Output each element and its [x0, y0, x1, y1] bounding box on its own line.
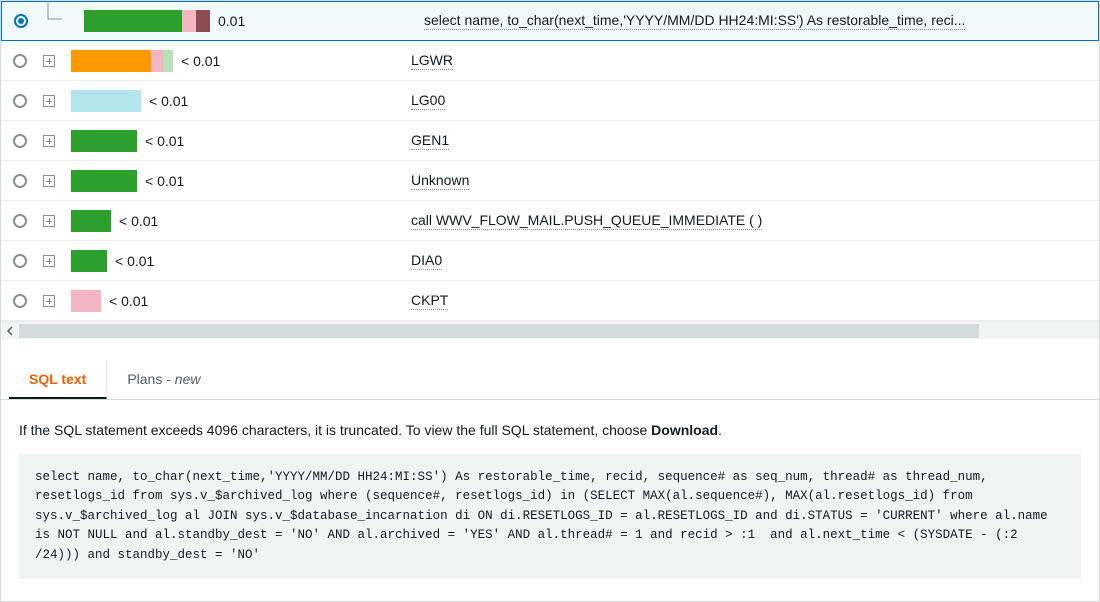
main-container: 0.01 select name, to_char(next_time,'YYYY… [0, 0, 1100, 602]
load-bar [71, 90, 141, 112]
detail-panel: If the SQL statement exceeds 4096 charac… [1, 400, 1099, 601]
table-row[interactable]: < 0.01 Unknown [1, 161, 1099, 201]
load-bar [71, 210, 111, 232]
description-cell: DIA0 [411, 252, 1087, 270]
description-cell: call WWV_FLOW_MAIL.PUSH_QUEUE_IMMEDIATE … [411, 212, 1087, 230]
description-cell: Unknown [411, 172, 1087, 190]
bar-segment [71, 50, 151, 72]
load-value: < 0.01 [149, 93, 188, 109]
expand-icon[interactable] [41, 173, 57, 189]
description-cell: GEN1 [411, 132, 1087, 150]
load-bar-cell: < 0.01 [71, 210, 411, 232]
table-row[interactable]: < 0.01 CKPT [1, 281, 1099, 321]
bar-segment [151, 50, 163, 72]
bar-segment [71, 210, 111, 232]
load-bar [71, 290, 101, 312]
description-text[interactable]: LGWR [411, 52, 453, 70]
description-cell: LGWR [411, 52, 1087, 70]
table-row[interactable]: < 0.01 DIA0 [1, 241, 1099, 281]
load-value: < 0.01 [115, 253, 154, 269]
bar-segment [71, 290, 101, 312]
description-text[interactable]: call WWV_FLOW_MAIL.PUSH_QUEUE_IMMEDIATE … [411, 212, 762, 230]
load-bar [71, 250, 107, 272]
notice-text: If the SQL statement exceeds 4096 charac… [19, 422, 651, 438]
load-bar [84, 10, 210, 32]
expand-icon[interactable] [41, 93, 57, 109]
description-text[interactable]: CKPT [411, 292, 448, 310]
expand-icon[interactable] [41, 293, 57, 309]
load-bar-cell: < 0.01 [71, 130, 411, 152]
expand-icon[interactable] [41, 53, 57, 69]
expand-icon[interactable] [41, 133, 57, 149]
bar-segment [71, 90, 141, 112]
load-value: < 0.01 [145, 133, 184, 149]
load-bar-cell: < 0.01 [71, 50, 411, 72]
load-bar-cell: < 0.01 [71, 250, 411, 272]
load-value: < 0.01 [181, 53, 220, 69]
expand-icon[interactable] [41, 253, 57, 269]
row-radio[interactable] [13, 134, 27, 148]
tab-sql-text[interactable]: SQL text [9, 361, 107, 399]
download-link[interactable]: Download [651, 422, 718, 438]
load-bar-cell: < 0.01 [71, 170, 411, 192]
bar-segment [163, 50, 173, 72]
scroll-track[interactable] [19, 324, 979, 338]
table-row[interactable]: < 0.01 LGWR [1, 41, 1099, 81]
description-text[interactable]: LG00 [411, 92, 445, 110]
load-bar-cell: 0.01 [84, 10, 424, 32]
sql-text-block: select name, to_char(next_time,'YYYY/MM/… [19, 454, 1081, 579]
tree-branch-icon [42, 13, 70, 29]
row-radio[interactable] [13, 294, 27, 308]
bar-segment [71, 250, 107, 272]
table-row[interactable]: < 0.01 GEN1 [1, 121, 1099, 161]
truncation-notice: If the SQL statement exceeds 4096 charac… [19, 422, 1081, 438]
bar-segment [196, 10, 210, 32]
scroll-left-button[interactable] [1, 322, 19, 340]
tab-plans-new-label: new [175, 371, 201, 387]
description-text[interactable]: select name, to_char(next_time,'YYYY/MM/… [424, 12, 965, 30]
load-value: < 0.01 [119, 213, 158, 229]
bar-segment [84, 10, 182, 32]
load-bar [71, 130, 137, 152]
description-cell: select name, to_char(next_time,'YYYY/MM/… [424, 12, 1086, 30]
horizontal-scrollbar[interactable] [1, 321, 1099, 339]
sql-rows-list: 0.01 select name, to_char(next_time,'YYYY… [1, 1, 1099, 321]
description-cell: LG00 [411, 92, 1087, 110]
row-radio[interactable] [13, 54, 27, 68]
load-bar-cell: < 0.01 [71, 290, 411, 312]
table-row[interactable]: < 0.01 LG00 [1, 81, 1099, 121]
bar-segment [182, 10, 196, 32]
bar-segment [71, 170, 137, 192]
expand-icon[interactable] [41, 213, 57, 229]
description-text[interactable]: DIA0 [411, 252, 442, 270]
load-value: < 0.01 [109, 293, 148, 309]
load-bar-cell: < 0.01 [71, 90, 411, 112]
bar-segment [71, 130, 137, 152]
detail-tabs: SQL text Plans - new [1, 361, 1099, 400]
load-bar [71, 50, 173, 72]
notice-suffix: . [718, 422, 722, 438]
table-row[interactable]: 0.01 select name, to_char(next_time,'YYYY… [1, 1, 1099, 41]
load-value: < 0.01 [145, 173, 184, 189]
row-radio[interactable] [13, 174, 27, 188]
load-value: 0.01 [218, 13, 245, 29]
row-radio[interactable] [13, 254, 27, 268]
row-radio[interactable] [13, 214, 27, 228]
table-row[interactable]: < 0.01 call WWV_FLOW_MAIL.PUSH_QUEUE_IMME… [1, 201, 1099, 241]
description-text[interactable]: GEN1 [411, 132, 449, 150]
row-radio[interactable] [13, 94, 27, 108]
load-bar [71, 170, 137, 192]
description-cell: CKPT [411, 292, 1087, 310]
row-radio[interactable] [14, 14, 28, 28]
tab-plans-label: Plans - [127, 371, 174, 387]
description-text[interactable]: Unknown [411, 172, 469, 190]
tab-plans[interactable]: Plans - new [107, 361, 220, 399]
